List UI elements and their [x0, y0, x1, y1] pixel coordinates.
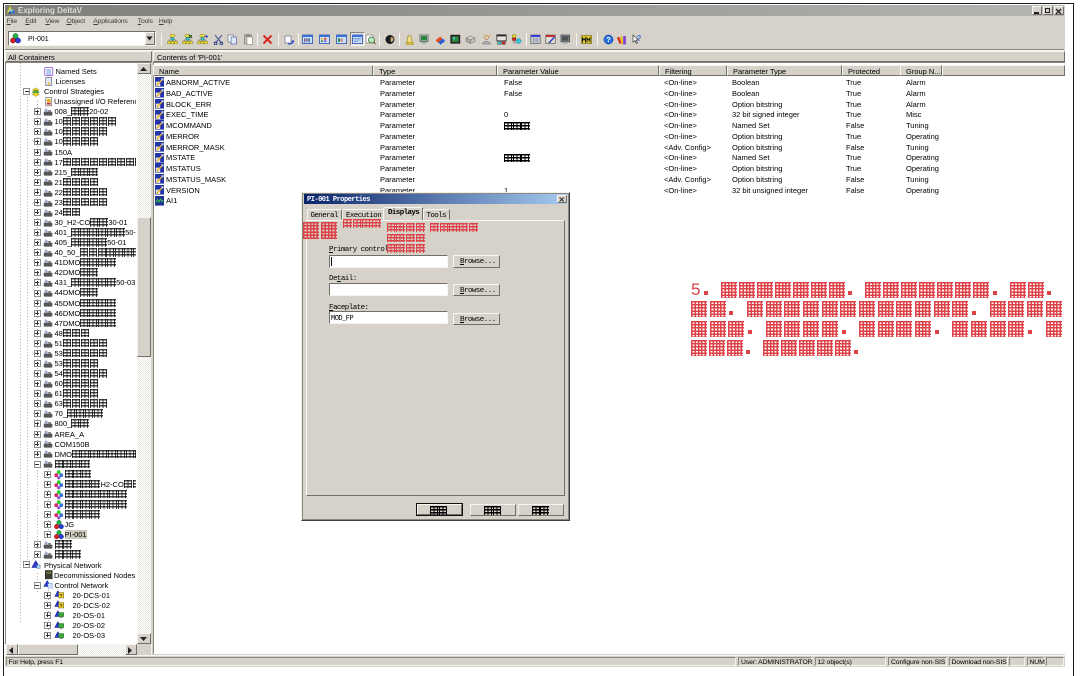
svg-text:?: ?	[637, 34, 642, 43]
svg-text:?: ?	[606, 35, 611, 44]
svg-text:?: ?	[59, 603, 62, 608]
svg-text:?: ?	[59, 593, 62, 598]
